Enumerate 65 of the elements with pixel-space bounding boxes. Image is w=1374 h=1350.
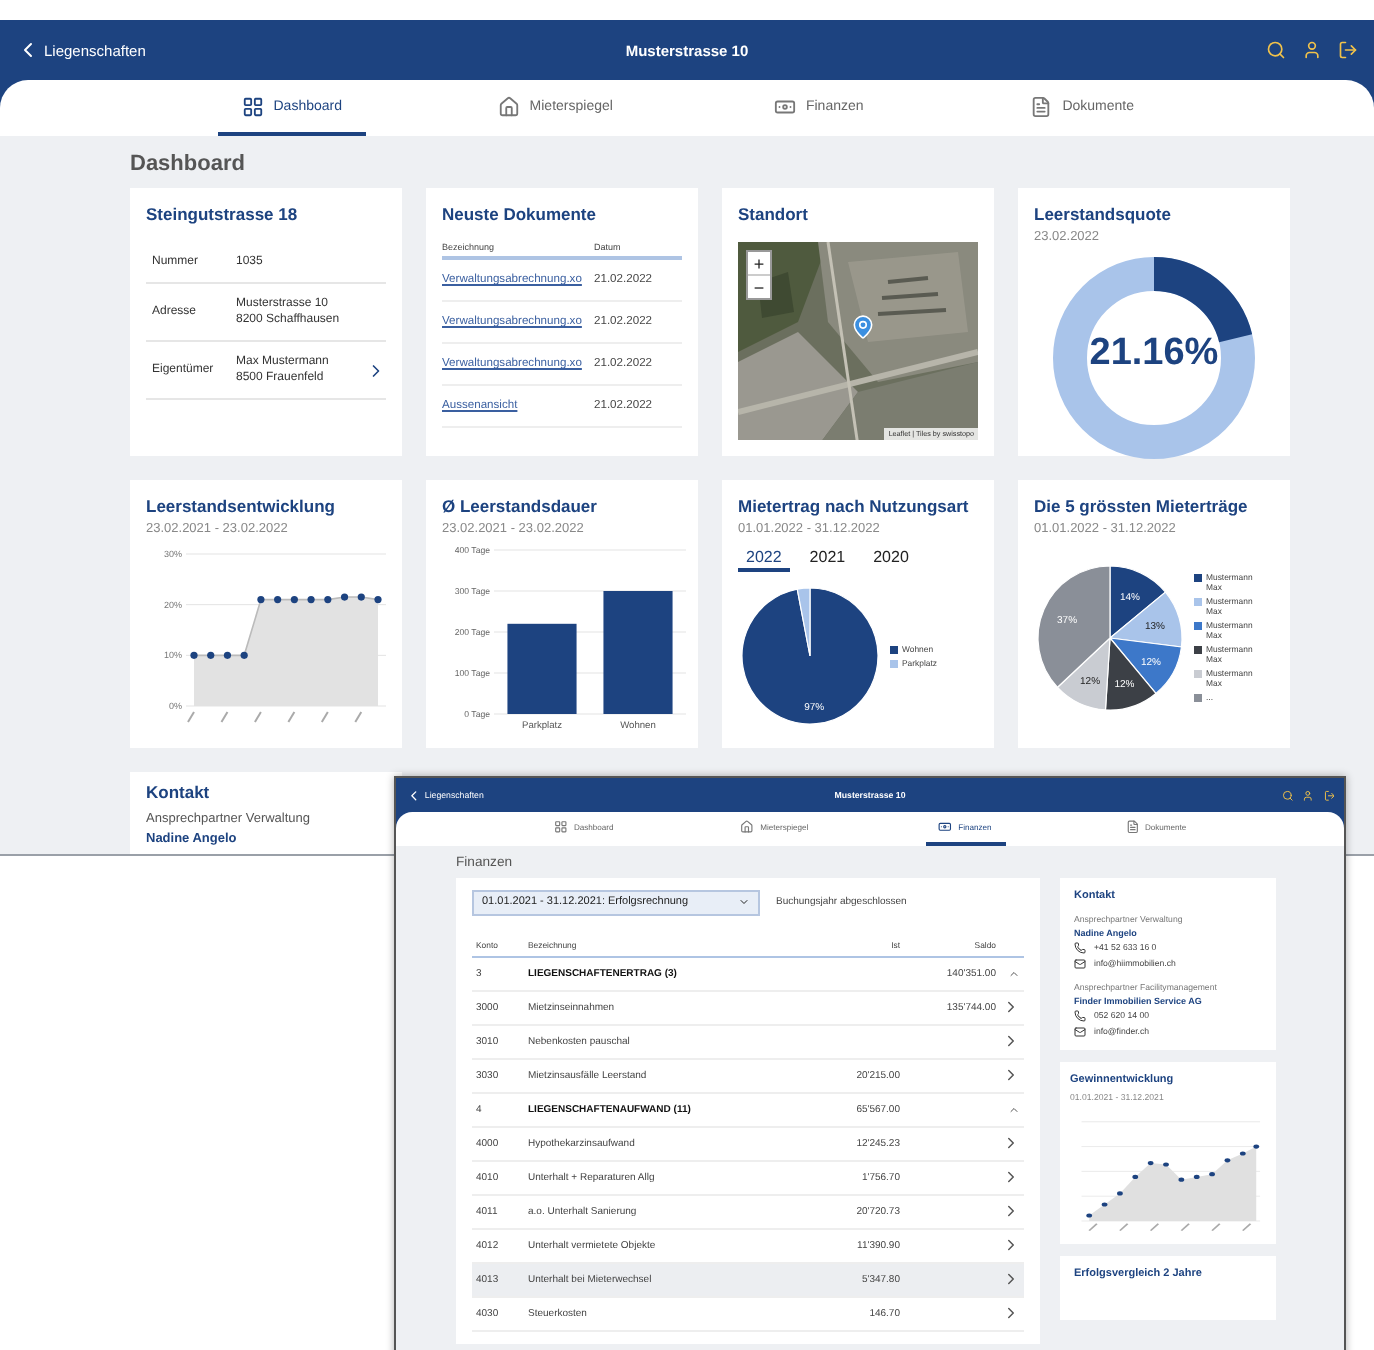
- logout-icon[interactable]: [1338, 40, 1358, 60]
- banknote-icon: [773, 95, 796, 117]
- axis-tick: [354, 711, 363, 723]
- year-tab[interactable]: 2020: [865, 548, 917, 572]
- data-point: [324, 596, 332, 604]
- legend-swatch: [890, 645, 898, 653]
- grid-icon: [241, 95, 264, 117]
- chevron-left-icon: [405, 787, 421, 804]
- document-icon: [1030, 95, 1053, 117]
- axis-tick: [220, 711, 229, 723]
- card-title: Die 5 grössten Mieterträge: [1034, 496, 1250, 516]
- document-icon: [1125, 820, 1140, 834]
- house-icon: [740, 820, 755, 834]
- card-title: Neuste Dokumente: [442, 204, 598, 224]
- year-tab[interactable]: 2021: [801, 548, 854, 572]
- legend-swatch: [890, 659, 898, 667]
- legend-swatch: [1194, 694, 1202, 702]
- legend-swatch: [1194, 670, 1202, 678]
- page-title: Dashboard: [130, 152, 247, 176]
- phone-icon: [1074, 941, 1086, 954]
- data-point: [190, 651, 198, 659]
- house-icon: [497, 95, 520, 117]
- card-title: Ø Leerstandsdauer: [442, 496, 599, 516]
- year-tab[interactable]: 2022: [738, 548, 790, 572]
- data-point: [290, 596, 298, 604]
- caret-icon: [738, 896, 750, 909]
- data-point: [240, 651, 248, 659]
- data-point: [223, 651, 232, 659]
- legend-swatch: [1194, 646, 1202, 654]
- zoom-in-button[interactable]: +: [748, 252, 770, 274]
- data-point: [257, 596, 265, 604]
- search-icon[interactable]: [1281, 789, 1294, 802]
- card-title: Leerstandsquote: [1034, 204, 1173, 224]
- bar: [603, 591, 673, 714]
- axis-tick: [187, 711, 195, 723]
- logout-icon[interactable]: [1323, 789, 1335, 802]
- card-title: Standort: [738, 204, 810, 224]
- phone-icon: [1074, 1009, 1086, 1022]
- mail-icon: [1074, 1025, 1086, 1038]
- card-title: Kontakt: [146, 782, 212, 802]
- axis-tick: [253, 711, 262, 723]
- data-point: [374, 596, 382, 604]
- vacancy-reading: 21.16%: [1087, 332, 1221, 376]
- user-icon[interactable]: [1302, 789, 1314, 802]
- data-point: [340, 593, 349, 601]
- bar: [507, 623, 577, 714]
- legend-swatch: [1194, 598, 1202, 606]
- data-point: [274, 596, 282, 604]
- data-point: [357, 593, 365, 601]
- axis-tick: [320, 711, 329, 723]
- user-icon[interactable]: [1302, 40, 1322, 60]
- card-title: Mietertrag nach Nutzungsart: [738, 496, 971, 516]
- data-point: [307, 596, 315, 604]
- data-point: [207, 651, 215, 659]
- card-title: Leerstandsentwicklung: [146, 496, 337, 516]
- map-pin-icon: [850, 314, 876, 340]
- legend-swatch: [1194, 622, 1202, 630]
- axis-tick: [287, 711, 296, 723]
- mail-icon: [1074, 957, 1086, 970]
- zoom-out-button[interactable]: −: [748, 274, 770, 298]
- search-icon[interactable]: [1266, 40, 1286, 60]
- banknote-icon: [938, 820, 953, 834]
- legend-swatch: [1194, 574, 1202, 582]
- grid-icon: [554, 820, 569, 834]
- card-title: Steingutstrasse 18: [146, 204, 300, 224]
